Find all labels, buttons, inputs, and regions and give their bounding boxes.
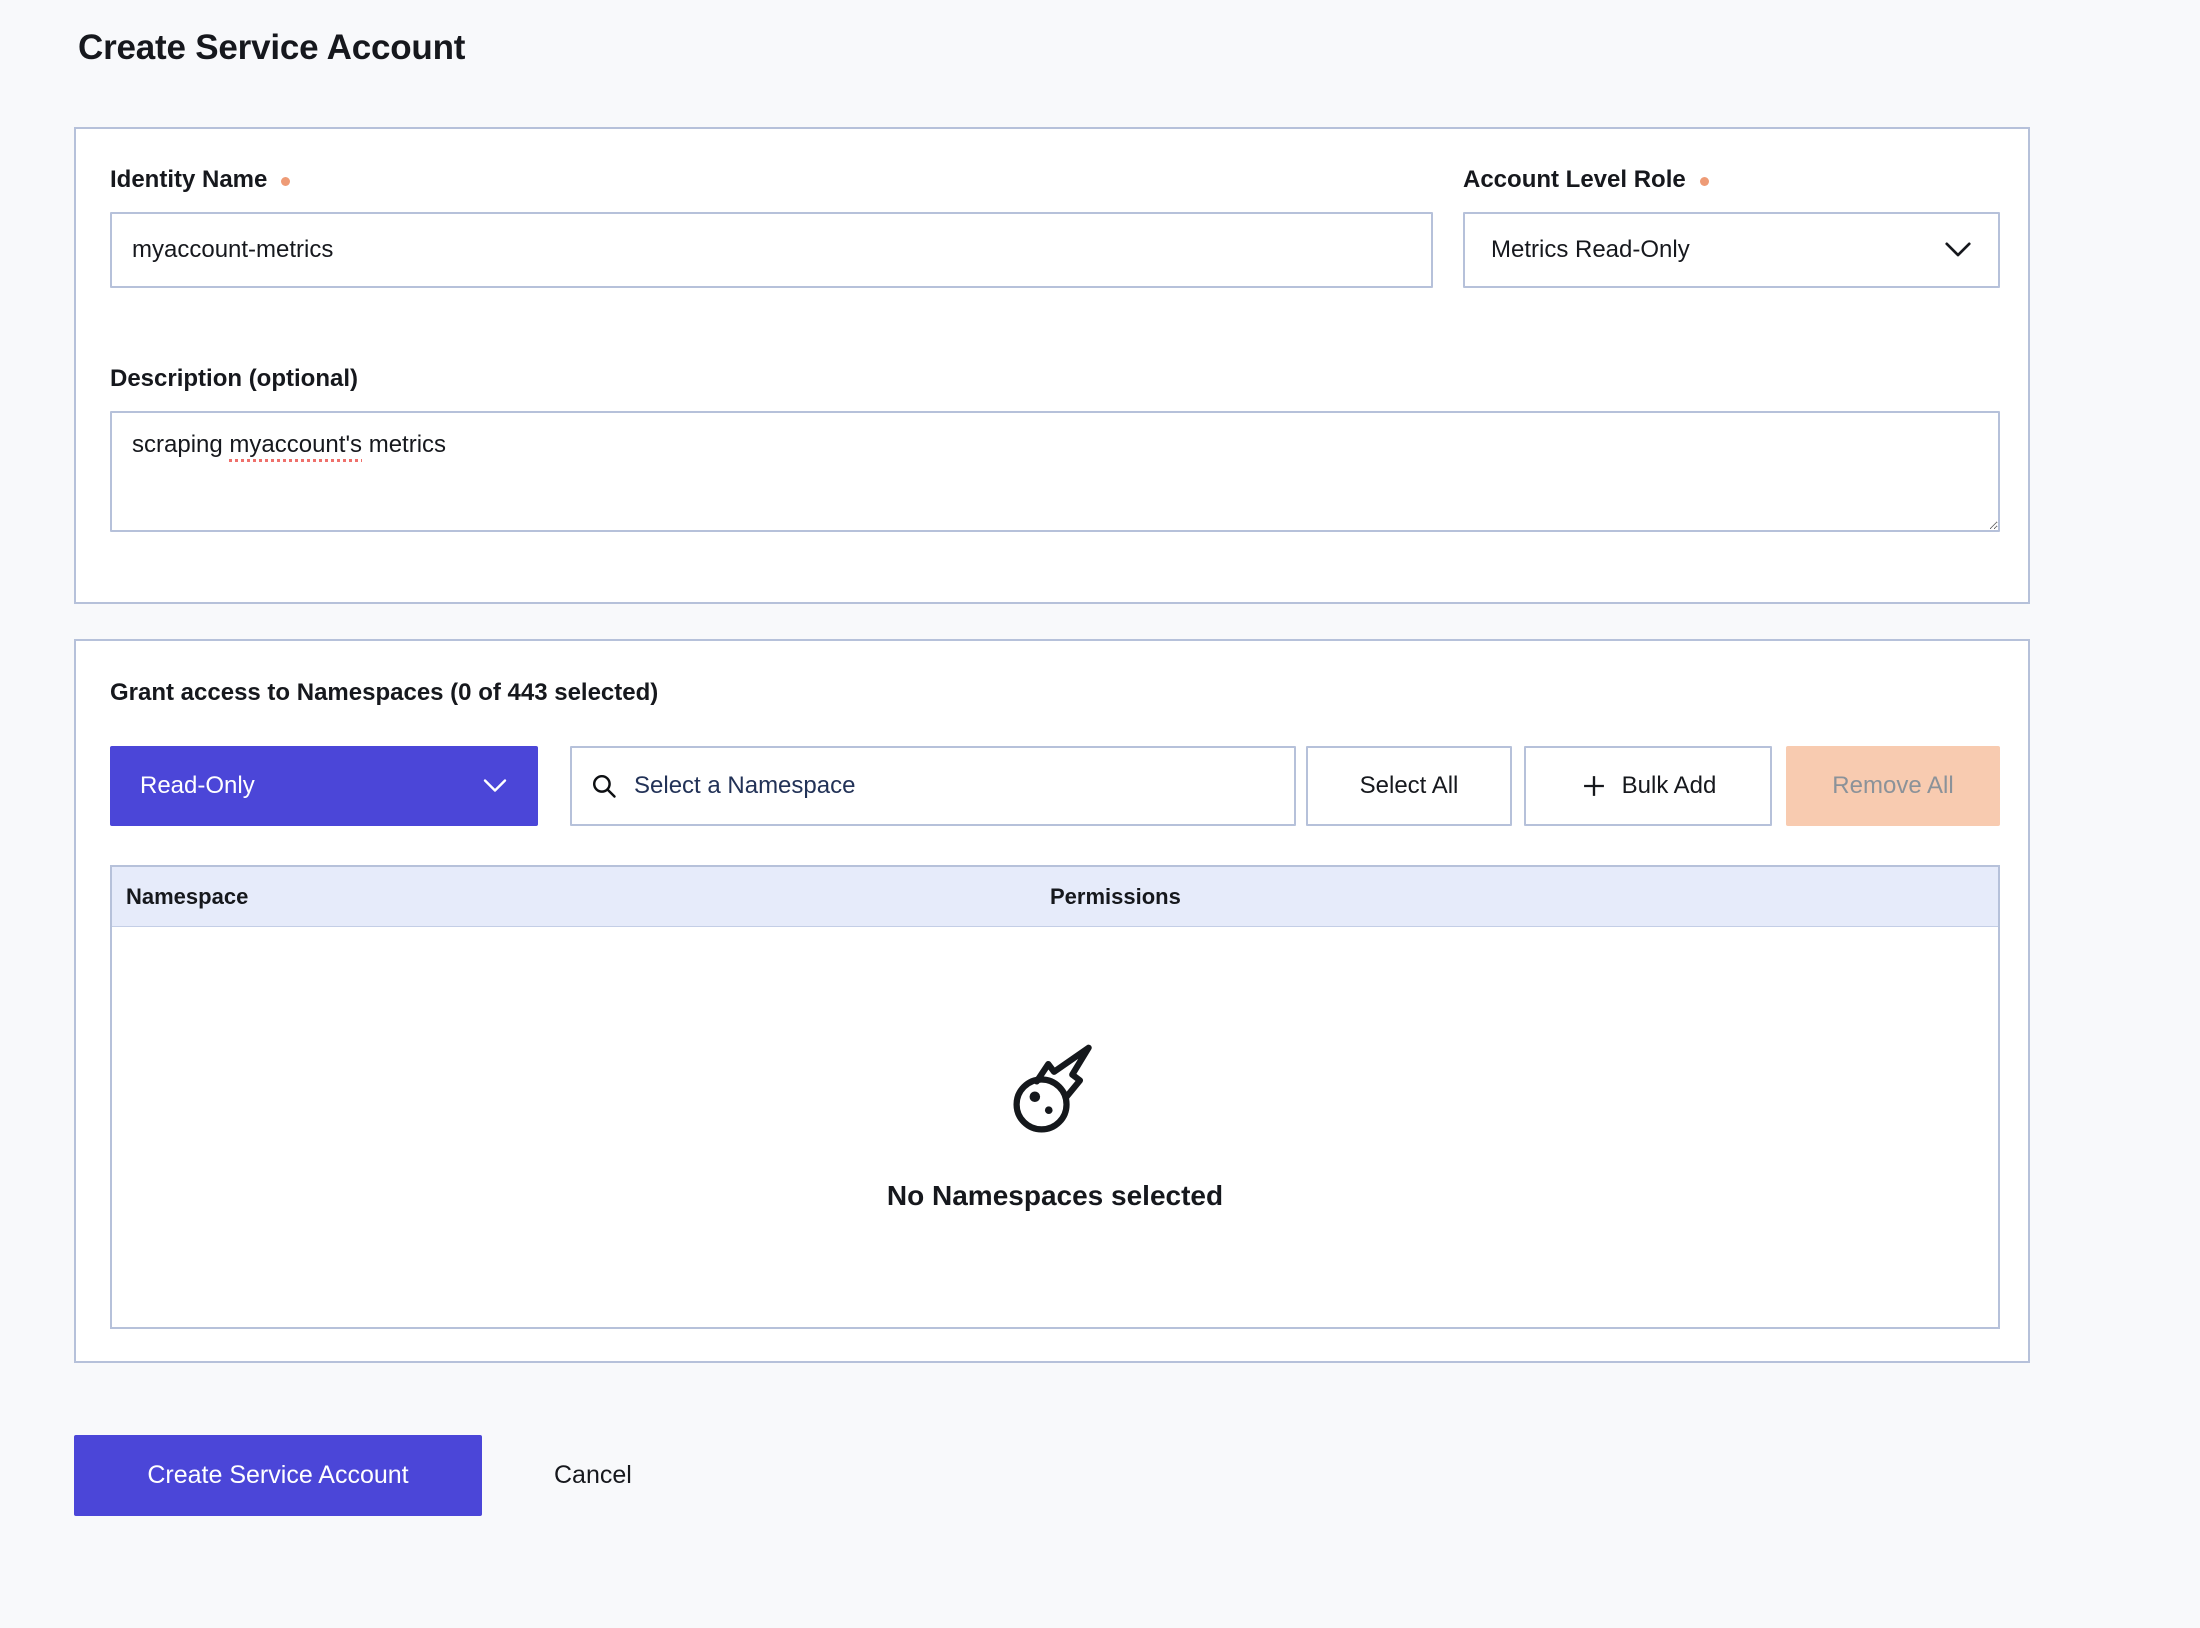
description-text: scraping <box>132 431 229 458</box>
namespace-toolbar: Read-Only Select All Bulk Add <box>110 746 2000 826</box>
column-header-namespace: Namespace <box>112 884 1050 910</box>
search-icon <box>590 772 618 800</box>
form-actions: Create Service Account Cancel <box>74 1435 2200 1516</box>
remove-all-label: Remove All <box>1832 772 1953 800</box>
description-label-text: Description (optional) <box>110 365 358 393</box>
role-filter-value: Read-Only <box>140 772 255 800</box>
plus-icon <box>1580 772 1608 800</box>
create-service-account-page: Create Service Account Identity Name Acc… <box>0 28 2200 1516</box>
description-text-misspelled: myaccount's <box>229 431 362 458</box>
required-dot-icon <box>1700 177 1709 186</box>
select-all-button[interactable]: Select All <box>1306 746 1512 826</box>
identity-name-label-text: Identity Name <box>110 166 267 194</box>
cancel-button[interactable]: Cancel <box>548 1460 638 1491</box>
bulk-add-label: Bulk Add <box>1622 772 1717 800</box>
create-service-account-button[interactable]: Create Service Account <box>74 1435 482 1516</box>
account-level-role-label-text: Account Level Role <box>1463 166 1686 194</box>
description-field-group: Description (optional) scraping myaccoun… <box>110 364 2000 532</box>
description-label: Description (optional) <box>110 364 2000 394</box>
column-header-permissions: Permissions <box>1050 884 1998 910</box>
role-filter-dropdown[interactable]: Read-Only <box>110 746 538 826</box>
namespace-access-card: Grant access to Namespaces (0 of 443 sel… <box>74 639 2030 1363</box>
namespace-table-empty-state: No Namespaces selected <box>112 927 1998 1327</box>
identity-name-input[interactable] <box>110 212 1433 288</box>
identity-name-field-group: Identity Name <box>110 165 1433 288</box>
chevron-down-icon <box>482 778 508 794</box>
required-dot-icon <box>281 177 290 186</box>
remove-all-button[interactable]: Remove All <box>1786 746 2000 826</box>
account-level-role-field-group: Account Level Role Metrics Read-Only <box>1463 165 2000 288</box>
description-textarea[interactable]: scraping myaccount's metrics <box>110 411 2000 532</box>
select-all-label: Select All <box>1360 772 1459 800</box>
namespace-table: Namespace Permissions No Namespaces sele… <box>110 865 2000 1329</box>
identity-name-label: Identity Name <box>110 165 1433 195</box>
description-text: metrics <box>362 431 446 458</box>
namespace-table-header: Namespace Permissions <box>112 867 1998 927</box>
namespace-access-heading: Grant access to Namespaces (0 of 443 sel… <box>110 679 2000 709</box>
account-level-role-select[interactable]: Metrics Read-Only <box>1463 212 2000 288</box>
account-level-role-value: Metrics Read-Only <box>1491 236 1690 264</box>
comet-icon <box>1007 1042 1103 1140</box>
namespace-search-box[interactable] <box>570 746 1296 826</box>
empty-state-message: No Namespaces selected <box>887 1180 1223 1212</box>
namespace-search-input[interactable] <box>632 771 1276 801</box>
page-title: Create Service Account <box>78 28 2200 68</box>
bulk-add-button[interactable]: Bulk Add <box>1524 746 1772 826</box>
chevron-down-icon <box>1944 241 1972 259</box>
account-level-role-label: Account Level Role <box>1463 165 2000 195</box>
service-account-details-card: Identity Name Account Level Role Metrics… <box>74 127 2030 604</box>
